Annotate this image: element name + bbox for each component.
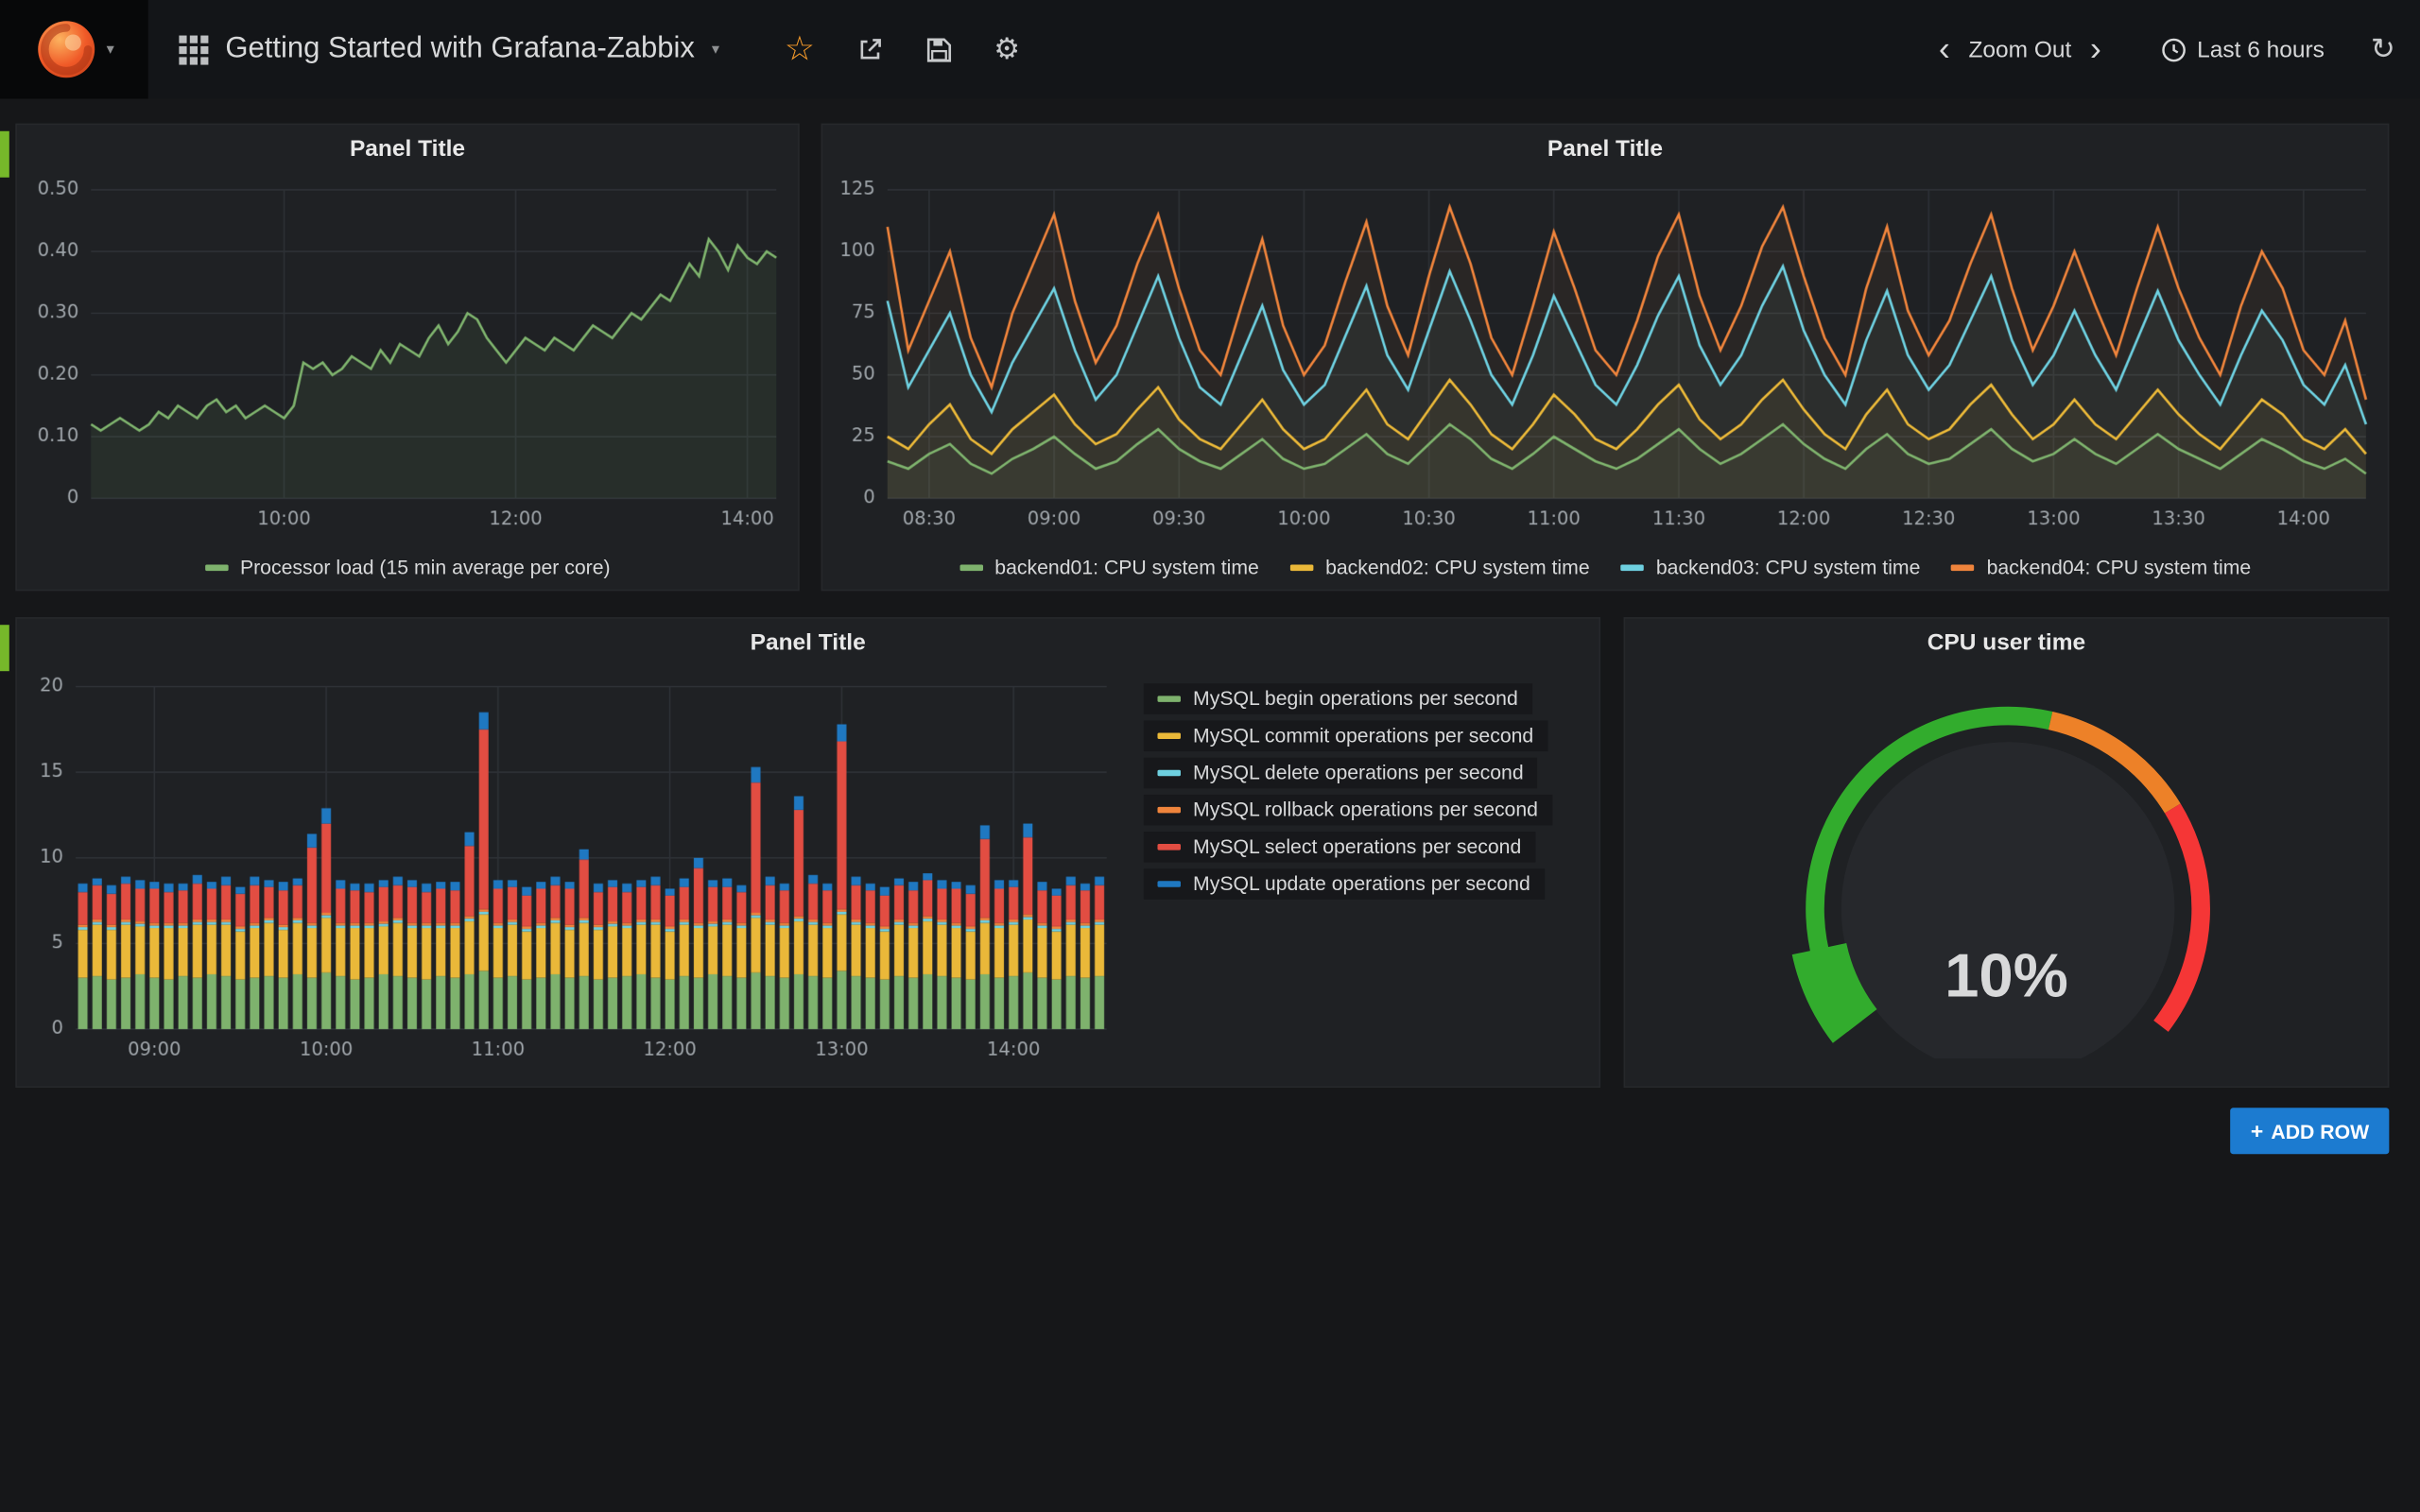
- legend-item[interactable]: Processor load (15 min average per core): [204, 556, 610, 578]
- share-icon: [856, 36, 884, 63]
- navbar-actions: ☆ ⚙: [785, 32, 1020, 66]
- star-icon: ☆: [785, 32, 815, 66]
- legend-item[interactable]: MySQL commit operations per second: [1144, 720, 1547, 751]
- legend-label: backend03: CPU system time: [1656, 556, 1921, 578]
- legend-item[interactable]: backend01: CPU system time: [959, 556, 1259, 578]
- gauge-value: 10%: [1625, 943, 2388, 1012]
- chevron-down-icon: ▾: [107, 41, 114, 58]
- legend-color-swatch: [959, 564, 982, 571]
- panel-cpu-user-time: CPU user time 10%: [1624, 617, 2390, 1088]
- share-button[interactable]: [856, 36, 884, 63]
- chevron-right-icon: ›: [2090, 29, 2101, 68]
- legend-color-swatch: [1620, 564, 1643, 571]
- legend-color-swatch: [1157, 732, 1180, 739]
- time-shift-left-button[interactable]: ‹: [1924, 32, 1966, 66]
- time-controls: ‹ Zoom Out › Last 6 hours ↻: [1924, 32, 2420, 66]
- legend-item[interactable]: MySQL rollback operations per second: [1144, 795, 1552, 826]
- legend-label: MySQL begin operations per second: [1193, 687, 1518, 710]
- legend-label: backend02: CPU system time: [1325, 556, 1590, 578]
- time-range-button[interactable]: Last 6 hours: [2151, 35, 2334, 64]
- legend-color-swatch: [1157, 806, 1180, 813]
- dashboard-title: Getting Started with Grafana-Zabbix: [225, 32, 695, 66]
- legend-color-swatch: [1157, 880, 1180, 886]
- chart-legend: backend01: CPU system time backend02: CPU…: [822, 550, 2388, 578]
- processor-load-chart-canvas[interactable]: [20, 174, 795, 541]
- legend-color-swatch: [1290, 564, 1313, 571]
- legend-color-swatch: [204, 564, 227, 571]
- legend-item[interactable]: backend02: CPU system time: [1290, 556, 1590, 578]
- panel-title[interactable]: Panel Title: [17, 125, 798, 174]
- gear-icon: ⚙: [994, 35, 1020, 64]
- settings-button[interactable]: ⚙: [994, 35, 1020, 64]
- grafana-dashboard: ▾ Getting Started with Grafana-Zabbix ▾ …: [0, 0, 2420, 1512]
- legend-color-swatch: [1951, 564, 1974, 571]
- panel-processor-load: Panel Title Processor load (15 min avera…: [15, 124, 799, 592]
- time-range-label: Last 6 hours: [2197, 36, 2325, 62]
- legend-color-swatch: [1157, 843, 1180, 850]
- legend-item[interactable]: MySQL delete operations per second: [1144, 758, 1538, 789]
- refresh-icon: ↻: [2371, 35, 2395, 64]
- legend-label: MySQL delete operations per second: [1193, 761, 1524, 783]
- panel-title[interactable]: CPU user time: [1625, 619, 2388, 668]
- legend-color-swatch: [1157, 696, 1180, 702]
- dashboard-picker[interactable]: Getting Started with Grafana-Zabbix ▾: [148, 0, 751, 98]
- chart-legend: Processor load (15 min average per core): [17, 550, 798, 578]
- legend-item[interactable]: MySQL select operations per second: [1144, 832, 1535, 863]
- panel-mysql-operations: Panel Title MySQL begin operations per s…: [15, 617, 1600, 1088]
- zoom-out-button[interactable]: Zoom Out: [1965, 36, 2074, 62]
- legend-item[interactable]: backend03: CPU system time: [1620, 556, 1920, 578]
- legend-label: MySQL update operations per second: [1193, 871, 1530, 894]
- time-shift-right-button[interactable]: ›: [2075, 32, 2118, 66]
- legend-label: MySQL select operations per second: [1193, 834, 1521, 857]
- grafana-logo-icon: [34, 17, 99, 82]
- star-button[interactable]: ☆: [785, 32, 815, 66]
- clock-icon: [2160, 36, 2187, 62]
- navbar: ▾ Getting Started with Grafana-Zabbix ▾ …: [0, 0, 2420, 98]
- row-collapse-handle[interactable]: [0, 625, 9, 671]
- mysql-operations-chart-canvas[interactable]: [20, 668, 1125, 1073]
- cpu-system-time-chart-canvas[interactable]: [825, 174, 2384, 541]
- add-row-label: ADD ROW: [2271, 1119, 2369, 1142]
- legend-label: MySQL commit operations per second: [1193, 724, 1533, 747]
- legend-label: backend04: CPU system time: [1987, 556, 2252, 578]
- grafana-logo-button[interactable]: ▾: [0, 0, 148, 98]
- dashboard-grid-icon: [179, 35, 208, 64]
- panel-title[interactable]: Panel Title: [822, 125, 2388, 174]
- refresh-button[interactable]: ↻: [2371, 35, 2395, 64]
- chevron-down-icon: ▾: [712, 41, 719, 58]
- legend-label: backend01: CPU system time: [994, 556, 1259, 578]
- legend-label: MySQL rollback operations per second: [1193, 798, 1538, 820]
- add-row-button[interactable]: + ADD ROW: [2231, 1108, 2390, 1154]
- legend-color-swatch: [1157, 769, 1180, 776]
- legend-item[interactable]: MySQL begin operations per second: [1144, 683, 1532, 714]
- chevron-left-icon: ‹: [1939, 29, 1950, 68]
- plus-icon: +: [2251, 1119, 2263, 1143]
- save-icon: [925, 36, 952, 62]
- panel-title[interactable]: Panel Title: [17, 619, 1599, 668]
- row-collapse-handle[interactable]: [0, 131, 9, 178]
- chart-legend: MySQL begin operations per second MySQL c…: [1144, 683, 1599, 905]
- legend-item[interactable]: MySQL update operations per second: [1144, 868, 1545, 900]
- save-button[interactable]: [925, 36, 952, 62]
- legend-item[interactable]: backend04: CPU system time: [1951, 556, 2251, 578]
- panel-cpu-system-time: Panel Title backend01: CPU system timeba…: [821, 124, 2390, 592]
- legend-label: Processor load (15 min average per core): [240, 556, 611, 578]
